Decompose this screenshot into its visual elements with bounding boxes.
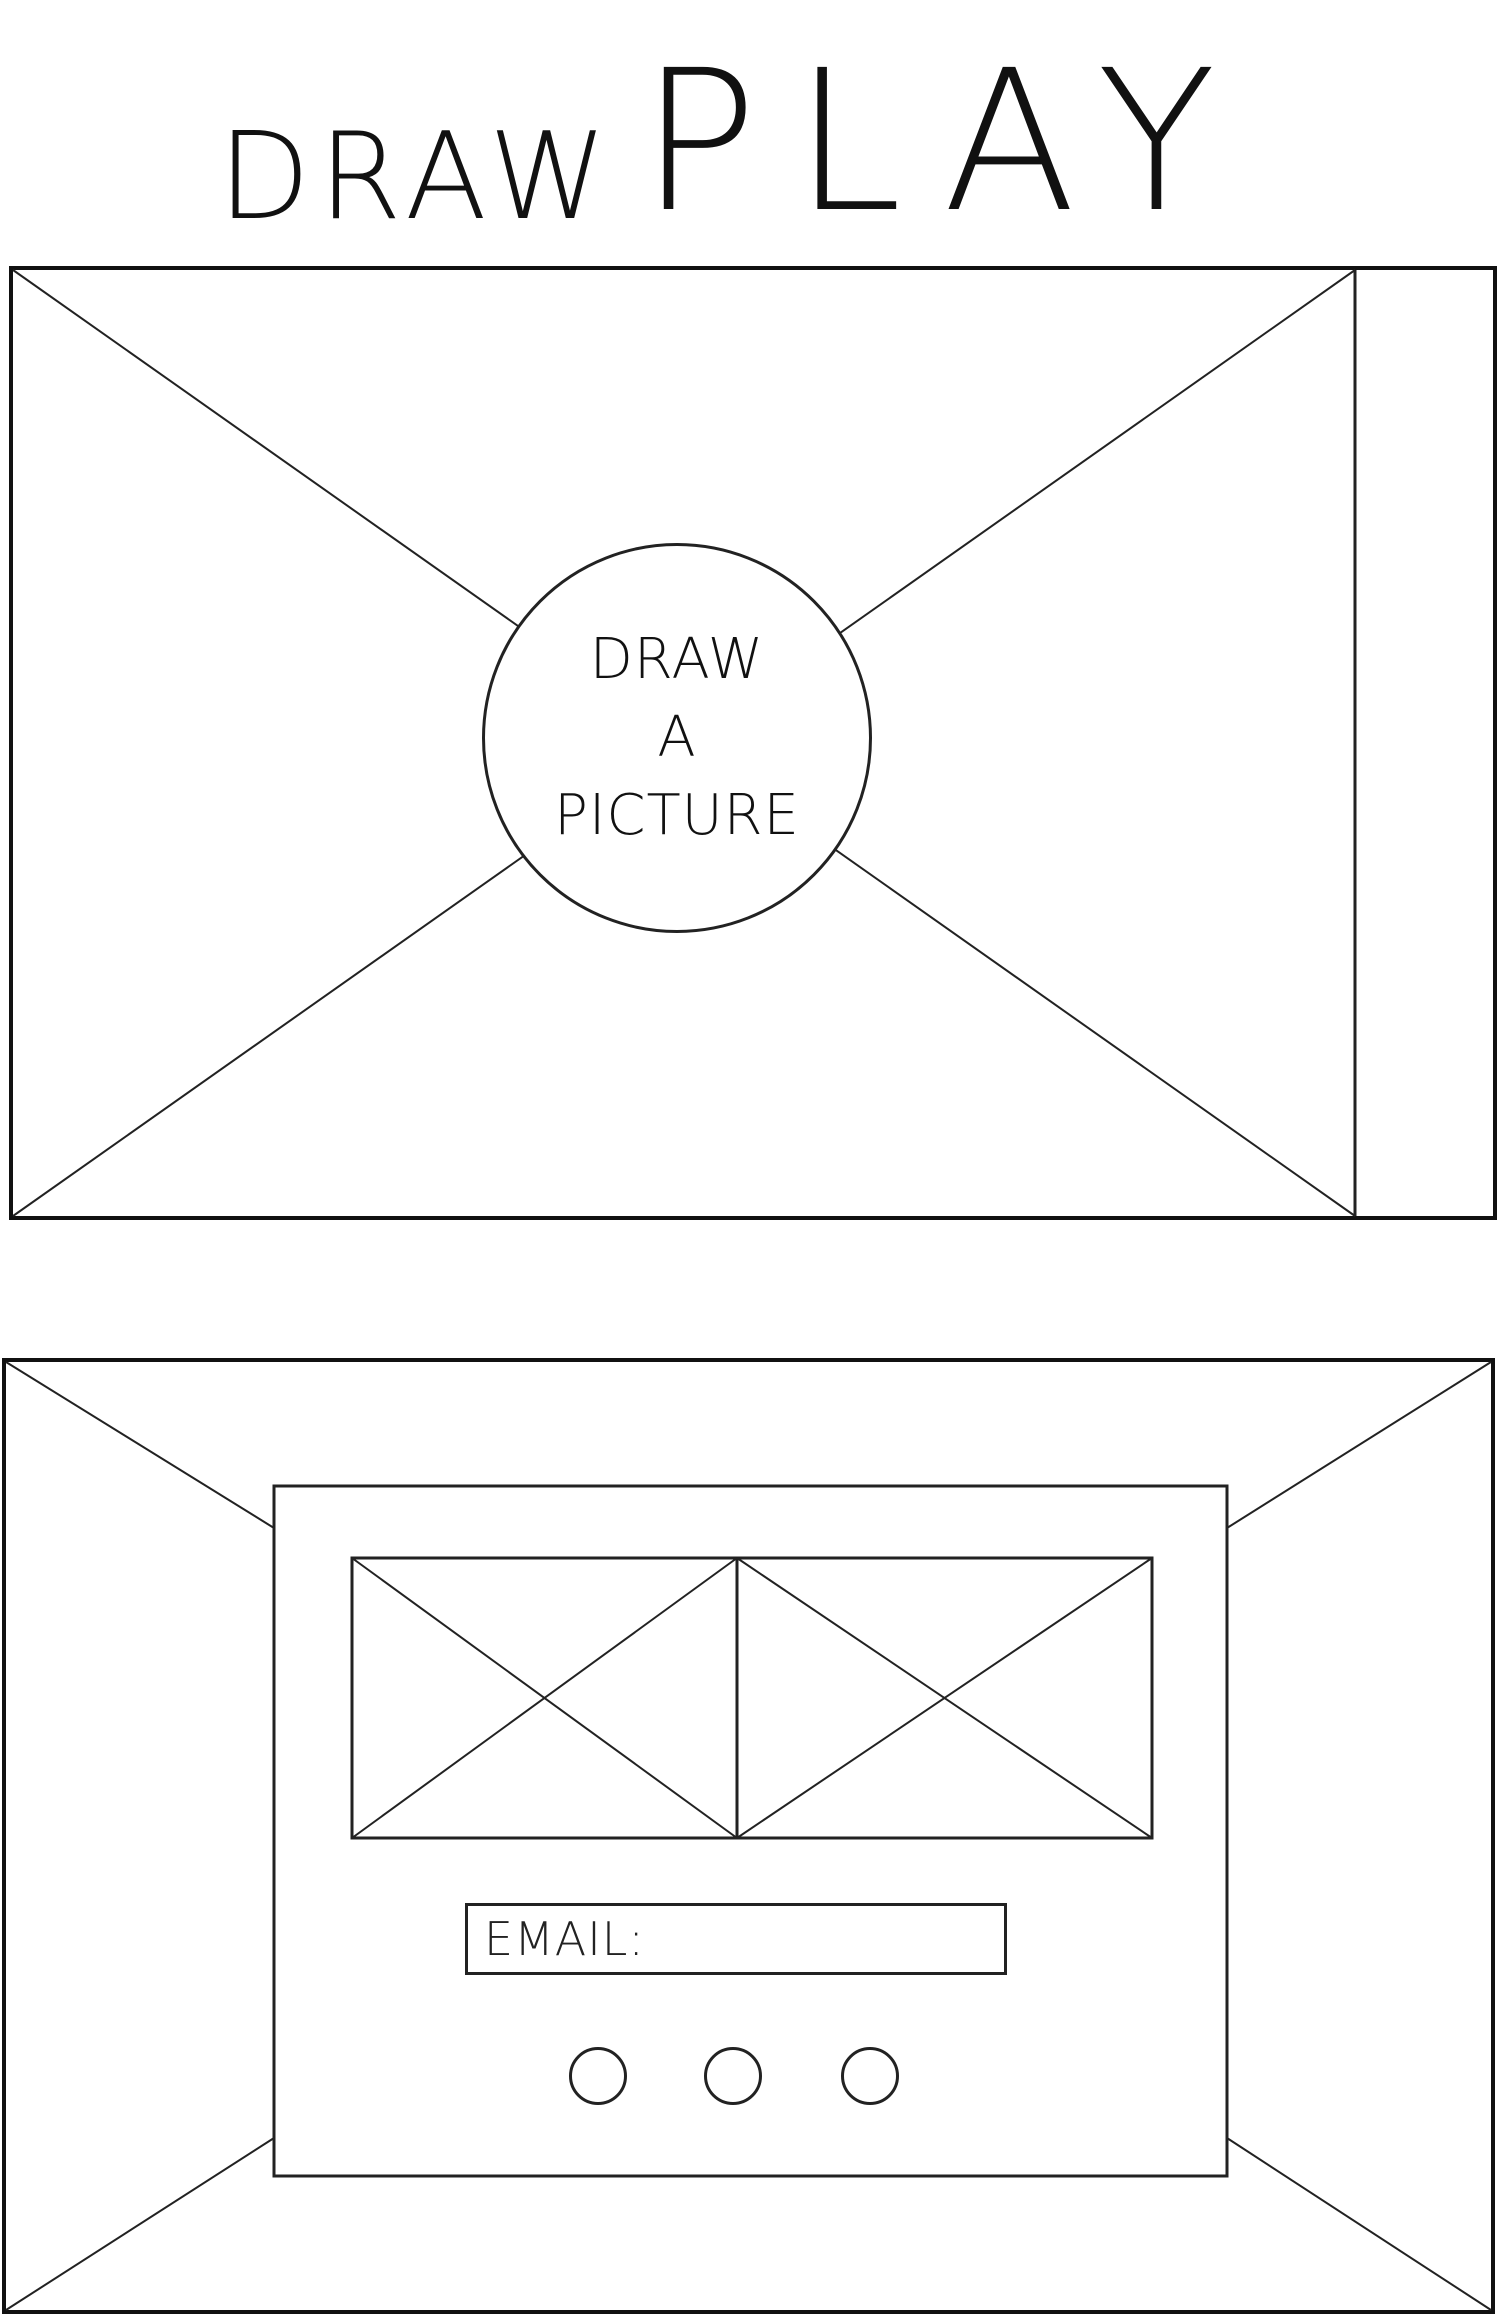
logo-word-play: PLAY — [640, 28, 1253, 255]
draw-button-line-3: PICTURE — [554, 783, 800, 848]
email-input[interactable]: EMAIL: — [465, 1903, 1007, 1975]
image-thumbnail-2[interactable] — [739, 1560, 1150, 1836]
share-option-button-3[interactable] — [841, 2047, 899, 2105]
email-label: EMAIL: — [484, 1912, 645, 1966]
logo-word-draw: DRAW — [218, 108, 616, 247]
app-logo: DRAW PLAY — [200, 30, 1216, 239]
draw-button-line-2: A — [657, 705, 697, 770]
share-screen — [2, 1358, 1495, 2314]
draw-a-picture-button[interactable]: DRAW A PICTURE — [482, 543, 872, 933]
image-thumbnail-1[interactable] — [352, 1560, 733, 1836]
canvas-side-panel[interactable] — [1355, 270, 1493, 1216]
share-option-button-1[interactable] — [569, 2047, 627, 2105]
share-screen-wireframe — [2, 1358, 1495, 2314]
share-option-button-2[interactable] — [704, 2047, 762, 2105]
draw-button-line-1: DRAW — [589, 627, 765, 692]
